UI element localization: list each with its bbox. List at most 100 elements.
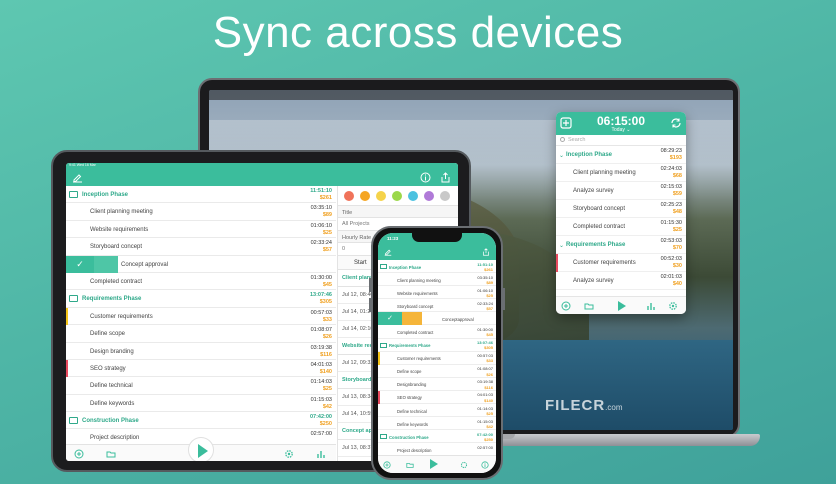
color-swatch[interactable]	[440, 191, 450, 201]
task-row[interactable]: Customer requirements 00:52:03 $30	[556, 254, 686, 272]
swipe-action-button[interactable]	[402, 312, 422, 326]
task-row[interactable]: Storyboard concept 02:25:23 $48	[556, 200, 686, 218]
task-label: Requirements Phase	[389, 343, 431, 349]
folder-icon[interactable]	[106, 449, 116, 459]
task-earnings: $33	[322, 316, 332, 323]
task-label: Project description	[397, 447, 432, 453]
sync-icon[interactable]	[670, 117, 682, 129]
task-row[interactable]: Define technical 01:14:03 $25	[66, 377, 336, 395]
add-category-icon[interactable]	[383, 461, 391, 469]
task-row[interactable]: Define keywords 01:15:03 $42	[66, 395, 336, 413]
task-row[interactable]: Analyze survey 02:01:03 $40	[556, 272, 686, 290]
export-icon[interactable]	[482, 248, 490, 256]
info-icon[interactable]	[420, 172, 431, 183]
stats-icon[interactable]	[646, 301, 656, 311]
phone-notch	[412, 233, 462, 242]
task-row[interactable]: Client planning meeting 02:24:03 $68	[556, 164, 686, 182]
task-row[interactable]: Client planning meeting 03:35:10 $89	[378, 273, 496, 287]
task-row[interactable]: Define technical 01:14:03 $25	[378, 404, 496, 418]
chevron-down-icon[interactable]: ⌄	[559, 152, 564, 159]
task-row[interactable]: Define scope 01:08:07 $26	[66, 325, 336, 343]
phase-row[interactable]: Construction Phase 07:42:00 $250	[66, 412, 336, 430]
settings-icon[interactable]	[668, 301, 678, 311]
task-earnings: $250	[319, 421, 332, 428]
task-row[interactable]: Define scope 01:08:07 $26	[378, 365, 496, 378]
task-duration: 13:07:46	[476, 340, 493, 346]
task-row[interactable]: Client planning meeting 03:35:10 $89	[66, 203, 336, 221]
task-row[interactable]: Completed contract 01:30:00 $45	[378, 325, 496, 339]
task-label: Define technical	[90, 383, 133, 390]
task-row[interactable]: Customer requirements 00:57:03 $33	[378, 351, 496, 365]
tablet-task-list: Inception Phase 11:51:10 $261 Client planni…	[66, 186, 336, 447]
task-label: Storyboard concept	[397, 303, 434, 309]
task-earnings: $45	[322, 281, 332, 288]
color-swatch[interactable]	[344, 191, 354, 201]
edit-icon[interactable]	[384, 248, 392, 256]
task-row[interactable]: SEO strategy 04:01:03 $140	[378, 390, 496, 405]
folder-icon[interactable]	[406, 461, 414, 469]
complete-check-button[interactable]: ✓	[378, 312, 402, 326]
task-row[interactable]: SEO strategy 04:01:03 $140	[66, 359, 336, 378]
task-duration: 03:35:10	[477, 274, 493, 280]
phase-row[interactable]: Construction Phase 07:42:00 $250	[378, 430, 496, 444]
phase-row[interactable]: Requirements Phase 13:07:46 $305	[66, 290, 336, 308]
phase-row[interactable]: Inception Phase 11:51:10 $261	[66, 186, 336, 204]
mac-app-window: 06:15:00 Today ⌄ Search ⌄ Inception Phase…	[556, 112, 686, 314]
task-earnings: $40	[672, 281, 682, 287]
task-row[interactable]: Define keywords 01:15:03 $42	[378, 417, 496, 431]
task-label: Analyze survey	[573, 188, 614, 194]
task-row[interactable]: Design branding 03:19:38 $116	[66, 343, 336, 360]
export-icon[interactable]	[440, 172, 451, 183]
settings-icon[interactable]	[284, 449, 294, 459]
phase-row[interactable]: ⌄ Inception Phase 08:29:23 $193	[556, 146, 686, 164]
search-icon	[560, 137, 565, 142]
task-row[interactable]: Storyboard concept 02:33:24 $57	[66, 238, 336, 256]
task-label: Define keywords	[90, 400, 135, 407]
task-row[interactable]: Website requirements 01:06:10 $25	[378, 286, 496, 300]
stats-icon[interactable]	[316, 449, 326, 459]
color-swatch[interactable]	[424, 191, 434, 201]
task-duration: 11:51:10	[477, 261, 493, 267]
task-row[interactable]: ✓ Conceptapproval	[378, 312, 496, 326]
color-swatch[interactable]	[376, 191, 386, 201]
menu-bar	[209, 90, 733, 100]
task-row[interactable]: Storyboard concept 02:33:24 $57	[378, 299, 496, 313]
phase-row[interactable]: ⌄ Requirements Phase 02:53:03 $70	[556, 236, 686, 254]
add-category-icon[interactable]	[561, 301, 571, 311]
folder-icon	[380, 434, 387, 440]
task-row[interactable]: Analyze survey 02:15:03 $59	[556, 182, 686, 200]
add-category-icon[interactable]	[74, 449, 84, 459]
task-earnings: $57	[486, 306, 493, 312]
info-icon[interactable]	[481, 461, 489, 469]
task-row[interactable]: Completed contract 01:30:00 $45	[66, 273, 336, 291]
task-earnings: $193	[669, 155, 682, 161]
task-duration: 03:35:10	[310, 205, 332, 212]
color-swatch[interactable]	[408, 191, 418, 201]
color-flag	[378, 351, 380, 365]
task-earnings: $45	[486, 332, 493, 338]
chevron-down-icon[interactable]: ⌄	[559, 242, 564, 249]
complete-check-button[interactable]: ✓	[66, 255, 94, 273]
task-duration: 00:57:03	[477, 353, 493, 359]
task-row[interactable]: Designbranding 03:19:38 $116	[378, 378, 496, 391]
play-button[interactable]	[188, 437, 214, 461]
task-row[interactable]: Completed contract 01:15:30 $25	[556, 218, 686, 236]
folder-icon	[69, 417, 78, 425]
phase-row[interactable]: Requirements Phase 13:07:46 $305	[378, 339, 496, 352]
task-earnings: $25	[672, 227, 682, 233]
task-row[interactable]: ✓ Concept approval	[66, 255, 336, 273]
task-duration: 02:53:03	[660, 238, 682, 244]
date-filter[interactable]: Today ⌄	[556, 127, 686, 133]
color-swatch[interactable]	[392, 191, 402, 201]
play-button[interactable]	[430, 459, 438, 469]
search-input[interactable]: Search	[556, 135, 686, 146]
color-swatch[interactable]	[360, 191, 370, 201]
edit-icon[interactable]	[72, 172, 83, 183]
task-row[interactable]: Customer requirements 00:57:03 $33	[66, 307, 336, 326]
task-row[interactable]: Website requirements 01:06:10 $25	[66, 221, 336, 239]
play-icon[interactable]	[614, 299, 628, 313]
folder-icon[interactable]	[584, 301, 594, 311]
swipe-action-button[interactable]	[94, 255, 118, 273]
settings-icon[interactable]	[460, 461, 468, 469]
phase-row[interactable]: Inception Phase 11:51:10 $261	[378, 260, 496, 274]
